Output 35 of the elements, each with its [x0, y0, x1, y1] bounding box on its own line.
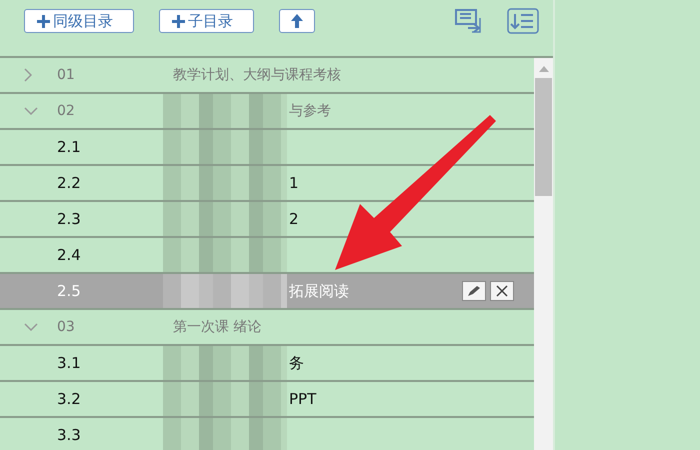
section-number: 2.5: [57, 282, 82, 300]
section-number: 3.2: [57, 390, 82, 408]
section-title[interactable]: 2: [287, 210, 299, 228]
add-button[interactable]: 同级目录: [24, 9, 134, 33]
collapse-chevron-icon[interactable]: [24, 107, 38, 115]
section-number: 2.4: [57, 246, 82, 264]
scroll-up-icon[interactable]: [538, 66, 548, 72]
section-number: 2.3: [57, 210, 82, 228]
list-sort-icon[interactable]: [507, 8, 539, 34]
up-arrow-icon: [291, 14, 303, 28]
plus-icon: [172, 14, 185, 28]
section-title[interactable]: 务: [287, 354, 304, 372]
chapter-number: 03: [57, 319, 76, 335]
move-up-button[interactable]: [279, 9, 315, 33]
section-number: 2.1: [57, 138, 82, 156]
pencil-icon: [467, 285, 481, 297]
chapter-number: 02: [57, 103, 76, 119]
chapter-title[interactable]: 教学计划、大纲与课程考核: [163, 66, 341, 84]
chapter-number: 01: [57, 67, 76, 83]
chapter-title[interactable]: 第一次课 绪论: [163, 318, 262, 336]
close-icon: [496, 285, 508, 297]
expand-chevron-icon[interactable]: [24, 68, 32, 82]
section-number: 2.2: [57, 174, 82, 192]
plus-icon: [37, 14, 50, 28]
scrollbar[interactable]: [534, 58, 553, 450]
collapse-chevron-icon[interactable]: [24, 323, 38, 331]
section-title[interactable]: 1: [287, 174, 299, 192]
section-number: 3.1: [57, 354, 82, 372]
add-button[interactable]: 子目录: [159, 9, 254, 33]
chapter-title[interactable]: 与参考: [287, 102, 331, 120]
section-title[interactable]: PPT: [287, 390, 316, 408]
delete-button[interactable]: [490, 281, 514, 301]
edit-button[interactable]: [462, 281, 486, 301]
scrollbar-thumb[interactable]: [535, 78, 552, 196]
section-number: 3.3: [57, 426, 82, 444]
